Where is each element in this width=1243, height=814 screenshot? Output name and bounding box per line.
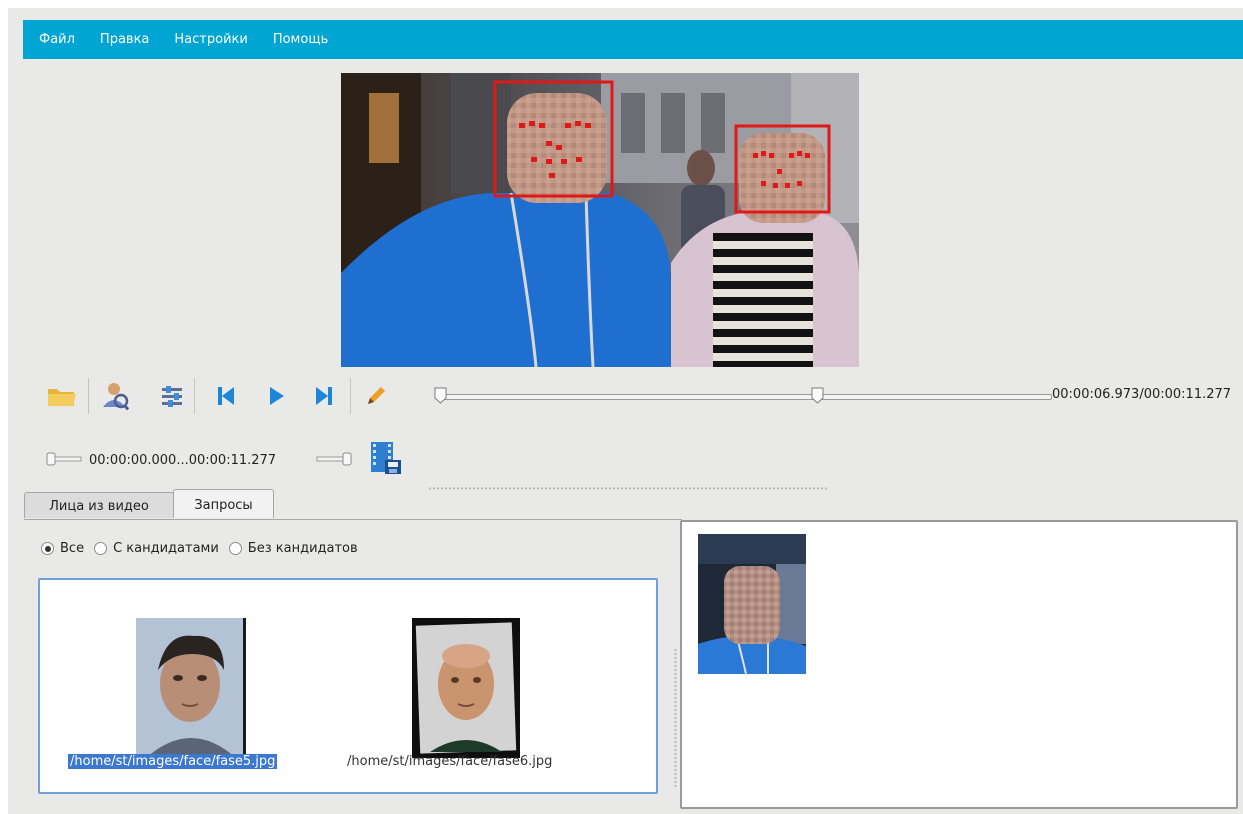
range-start-handle[interactable] [46,452,82,466]
query-image-list[interactable]: /home/st/images/face/fase5.jpg /home/st/… [38,578,658,794]
tab-video-faces[interactable]: Лица из видео [24,492,174,518]
menu-settings[interactable]: Настройки [174,32,247,47]
radio-without-candidates[interactable] [228,542,242,555]
candidate-results-panel[interactable] [680,520,1238,809]
seek-slider[interactable] [438,394,1052,400]
horizontal-splitter[interactable] [428,487,828,490]
query-caption-1[interactable]: /home/st/images/face/fase5.jpg [68,754,278,769]
filter-radio-group: Все С кандидатами Без кандидатов [41,541,368,556]
filter-without-candidates-label: Без кандидатов [247,541,358,556]
radio-with-candidates[interactable] [94,542,108,555]
player-toolbar: 00:00:06.973/00:00:11.277 [42,376,1242,416]
filter-all[interactable]: Все [41,541,84,556]
vertical-splitter[interactable] [674,648,677,788]
skip-back-icon[interactable] [210,380,242,412]
filter-all-label: Все [60,541,85,556]
range-text: 00:00:00.000...00:00:11.277 [89,453,277,468]
filter-with-candidates[interactable]: С кандидатами [94,541,219,556]
app-window: Файл Правка Настройки Помощь 00:00:06.97… [8,8,1243,814]
pencil-icon[interactable] [360,380,392,412]
tab-queries[interactable]: Запросы [173,489,274,518]
menu-file[interactable]: Файл [39,32,75,47]
play-icon[interactable] [260,380,292,412]
folder-open-icon[interactable] [46,380,78,412]
result-face-thumb[interactable] [698,534,806,674]
range-row: 00:00:00.000...00:00:11.277 [46,440,446,480]
menu-bar: Файл Правка Настройки Помощь [23,20,1243,59]
filter-without-candidates[interactable]: Без кандидатов [228,541,358,556]
film-export-icon[interactable] [369,440,405,476]
seek-position-handle[interactable] [811,387,824,404]
video-preview[interactable] [341,73,859,367]
time-readout: 00:00:06.973/00:00:11.277 [1052,387,1232,402]
query-thumb-2[interactable] [412,618,520,762]
radio-all[interactable] [41,542,54,555]
menu-help[interactable]: Помощь [273,32,328,47]
menu-edit[interactable]: Правка [100,32,149,47]
filter-with-candidates-label: С кандидатами [113,541,219,556]
skip-forward-icon[interactable] [308,380,340,412]
range-end-handle[interactable] [316,452,352,466]
query-caption-2[interactable]: /home/st/images/face/fase6.jpg [345,754,554,769]
query-thumb-1[interactable] [136,618,246,762]
search-person-icon[interactable] [100,380,132,412]
sliders-icon[interactable] [156,380,188,412]
seek-start-handle[interactable] [434,387,447,404]
